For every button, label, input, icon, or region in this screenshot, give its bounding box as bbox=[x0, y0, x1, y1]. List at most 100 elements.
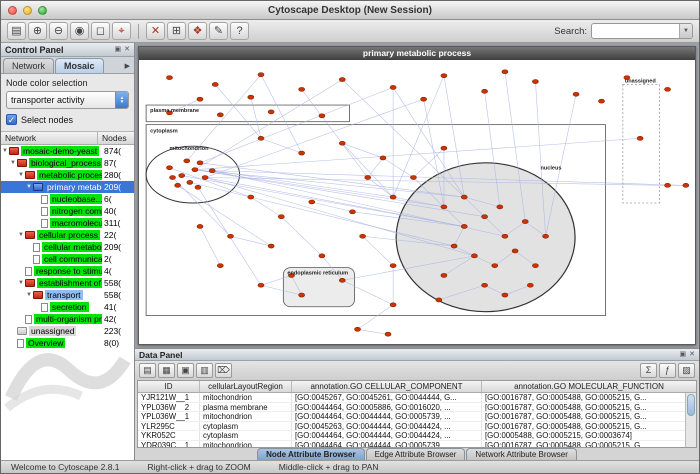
table-scrollbar[interactable] bbox=[685, 393, 696, 447]
network-node[interactable] bbox=[268, 110, 274, 114]
network-node[interactable] bbox=[482, 215, 488, 219]
network-node[interactable] bbox=[258, 136, 264, 140]
zoom-selected-icon[interactable]: ⌖ bbox=[112, 22, 131, 40]
network-node[interactable] bbox=[299, 293, 305, 297]
network-node[interactable] bbox=[441, 273, 447, 277]
function-builder-icon[interactable]: ƒ bbox=[659, 363, 676, 378]
tree-row[interactable]: ▼establishment of lo558( bbox=[1, 277, 134, 289]
network-node[interactable] bbox=[166, 166, 172, 170]
tree-expander-icon[interactable]: ▼ bbox=[25, 292, 33, 298]
network-node[interactable] bbox=[390, 195, 396, 199]
network-node[interactable] bbox=[299, 87, 305, 91]
tab-scroll-right-icon[interactable]: ▶ bbox=[125, 62, 134, 73]
network-node[interactable] bbox=[339, 78, 345, 82]
table-row[interactable]: YDR039C__1mitochondrion[GO:0044464, GO:0… bbox=[138, 441, 696, 447]
network-node[interactable] bbox=[390, 85, 396, 89]
network-node[interactable] bbox=[217, 264, 223, 268]
help-icon[interactable]: ? bbox=[230, 22, 249, 40]
table-row[interactable]: YLR295Ccytoplasm[GO:0045263, GO:0044444,… bbox=[138, 422, 696, 432]
network-node[interactable] bbox=[598, 99, 604, 103]
network-node[interactable] bbox=[299, 151, 305, 155]
tree-row[interactable]: response to stimul4( bbox=[1, 265, 134, 277]
network-node[interactable] bbox=[227, 234, 233, 238]
tab-mosaic[interactable]: Mosaic bbox=[55, 58, 104, 73]
network-node[interactable] bbox=[349, 210, 355, 214]
minimize-window-icon[interactable] bbox=[23, 6, 32, 15]
network-node[interactable] bbox=[202, 175, 208, 179]
network-node[interactable] bbox=[683, 183, 689, 187]
network-node[interactable] bbox=[354, 327, 360, 331]
table-cell[interactable]: YLR295C bbox=[138, 422, 200, 431]
network-node[interactable] bbox=[197, 97, 203, 101]
network-node[interactable] bbox=[187, 180, 193, 184]
table-cell[interactable]: [GO:0016787, GO:0005488, GO:0005215, G..… bbox=[482, 403, 696, 412]
network-node[interactable] bbox=[441, 146, 447, 150]
network-node[interactable] bbox=[339, 278, 345, 282]
zoom-in-icon[interactable]: ⊕ bbox=[28, 22, 47, 40]
search-input[interactable] bbox=[592, 26, 679, 36]
tree-expander-icon[interactable]: ▼ bbox=[17, 280, 25, 286]
save-session-icon[interactable]: ▤ bbox=[7, 22, 26, 40]
network-node[interactable] bbox=[436, 298, 442, 302]
table-cell[interactable]: [GO:0045263, GO:0044444, GO:0044424, ... bbox=[292, 422, 482, 431]
network-node[interactable] bbox=[482, 283, 488, 287]
tree-expander-icon[interactable]: ▼ bbox=[1, 148, 9, 154]
table-cell[interactable]: [GO:0016787, GO:0005488, GO:0005215, G..… bbox=[482, 412, 696, 421]
table-cell[interactable]: cytoplasm bbox=[200, 422, 292, 431]
network-node[interactable] bbox=[248, 195, 254, 199]
network-node[interactable] bbox=[248, 95, 254, 99]
network-node[interactable] bbox=[461, 195, 467, 199]
network-node[interactable] bbox=[665, 183, 671, 187]
table-cell[interactable]: [GO:0044464, GO:0044444, GO:0005739, ... bbox=[292, 441, 482, 447]
table-row[interactable]: YKR052Ccytoplasm[GO:0044464, GO:0044444,… bbox=[138, 431, 696, 441]
network-node[interactable] bbox=[502, 293, 508, 297]
table-row[interactable]: YPL036W__2plasma membrane[GO:0044464, GO… bbox=[138, 403, 696, 413]
network-node[interactable] bbox=[380, 156, 386, 160]
scrollbar-thumb[interactable] bbox=[687, 394, 695, 416]
network-node[interactable] bbox=[471, 254, 477, 258]
table-cell[interactable]: [GO:0016787, GO:0005488, GO:0005215, G..… bbox=[482, 393, 696, 402]
close-panel-icon[interactable]: ✕ bbox=[689, 351, 695, 359]
tree-row[interactable]: ▼biological_process87( bbox=[1, 157, 134, 169]
network-node[interactable] bbox=[665, 87, 671, 91]
table-cell[interactable]: YPL036W__2 bbox=[138, 403, 200, 412]
destroy-network-icon[interactable]: ✕ bbox=[146, 22, 165, 40]
combo-arrows-icon[interactable]: ▲▼ bbox=[115, 92, 128, 108]
tree-expander-icon[interactable]: ▼ bbox=[17, 172, 25, 178]
network-node[interactable] bbox=[451, 244, 457, 248]
attribute-select-icon[interactable]: ▤ bbox=[139, 363, 156, 378]
tab-node-attribute-browser[interactable]: Node Attribute Browser bbox=[257, 448, 365, 460]
network-node[interactable] bbox=[385, 332, 391, 336]
table-column-header[interactable]: ID bbox=[138, 381, 200, 392]
copy-attribute-icon[interactable]: ▣ bbox=[177, 363, 194, 378]
tab-network[interactable]: Network bbox=[3, 58, 54, 73]
network-node[interactable] bbox=[339, 141, 345, 145]
network-node[interactable] bbox=[441, 205, 447, 209]
table-cell[interactable]: YJR121W__1 bbox=[138, 393, 200, 402]
tree-expander-icon[interactable]: ▼ bbox=[9, 160, 17, 166]
network-node[interactable] bbox=[512, 249, 518, 253]
network-node[interactable] bbox=[492, 264, 498, 268]
network-node[interactable] bbox=[637, 136, 643, 140]
network-node[interactable] bbox=[197, 224, 203, 228]
delete-attribute-icon[interactable]: ⌦ bbox=[215, 363, 232, 378]
tree-row[interactable]: ▼cellular process22( bbox=[1, 229, 134, 241]
table-cell[interactable]: mitochondrion bbox=[200, 393, 292, 402]
tree-row[interactable]: nitrogen compo40( bbox=[1, 205, 134, 217]
annotation-icon[interactable]: ✎ bbox=[209, 22, 228, 40]
table-row[interactable]: YJR121W__1mitochondrion[GO:0045267, GO:0… bbox=[138, 393, 696, 403]
nodes-column-header[interactable]: Nodes bbox=[98, 132, 134, 144]
network-node[interactable] bbox=[319, 254, 325, 258]
network-node[interactable] bbox=[543, 234, 549, 238]
network-node[interactable] bbox=[365, 175, 371, 179]
network-node[interactable] bbox=[502, 234, 508, 238]
table-cell[interactable]: [GO:0045267, GO:0045261, GO:0044444, G..… bbox=[292, 393, 482, 402]
table-row[interactable]: YPL036W__1mitochondrion[GO:0044464, GO:0… bbox=[138, 412, 696, 422]
table-cell[interactable]: mitochondrion bbox=[200, 441, 292, 447]
zoom-one-to-one-icon[interactable]: ◉ bbox=[70, 22, 89, 40]
network-node[interactable] bbox=[309, 200, 315, 204]
color-attribute-combo[interactable]: transporter activity ▲▼ bbox=[6, 91, 129, 109]
network-node[interactable] bbox=[390, 303, 396, 307]
network-node[interactable] bbox=[527, 283, 533, 287]
tree-row[interactable]: ▼mosaic-demo-yeast874( bbox=[1, 145, 134, 157]
